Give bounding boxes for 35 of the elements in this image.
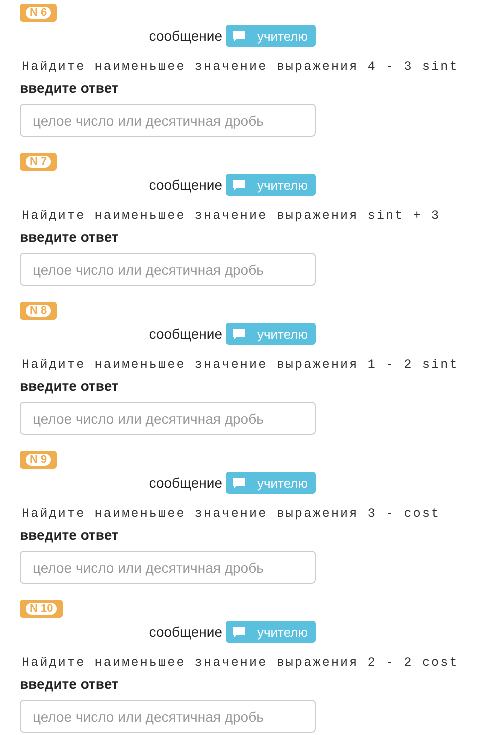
message-label: сообщение bbox=[149, 326, 223, 342]
question-text: Найдите наименьшее значение выражения 3 - cost bbox=[22, 507, 442, 521]
task-number-badge: N 7 bbox=[20, 153, 58, 171]
message-teacher-button[interactable]: учителю bbox=[226, 174, 316, 196]
answer-field[interactable]: целое число или десятичная дробь bbox=[20, 700, 316, 733]
answer-label: введите ответ bbox=[20, 676, 120, 692]
speech-bubble-icon bbox=[232, 179, 246, 191]
speech-bubble-icon bbox=[232, 30, 246, 42]
answer-field[interactable]: целое число или десятичная дробь bbox=[20, 551, 316, 584]
answer-label: введите ответ bbox=[20, 378, 120, 394]
answer-field[interactable]: целое число или десятичная дробь bbox=[20, 104, 316, 137]
message-teacher-button[interactable]: учителю bbox=[226, 472, 316, 494]
answer-field[interactable]: целое число или десятичная дробь bbox=[20, 253, 316, 286]
answer-field[interactable]: целое число или десятичная дробь bbox=[20, 402, 316, 435]
task-number-badge: N 9 bbox=[20, 451, 58, 469]
speech-bubble-icon bbox=[232, 626, 246, 638]
message-label: сообщение bbox=[149, 177, 223, 193]
message-teacher-button[interactable]: учителю bbox=[226, 25, 316, 47]
message-label: сообщение bbox=[149, 28, 223, 44]
question-text: Найдите наименьшее значение выражения 4 - 3 sint bbox=[22, 60, 460, 74]
task-number-badge: N 10 bbox=[20, 600, 64, 618]
question-text: Найдите наименьшее значение выражения 1 - 2 sint bbox=[22, 358, 460, 372]
message-label: сообщение bbox=[149, 624, 223, 640]
answer-label: введите ответ bbox=[20, 229, 120, 245]
message-teacher-button[interactable]: учителю bbox=[226, 323, 316, 345]
message-teacher-button[interactable]: учителю bbox=[226, 621, 316, 643]
speech-bubble-icon bbox=[232, 477, 246, 489]
question-text: Найдите наименьшее значение выражения sint + 3 bbox=[22, 209, 442, 223]
question-text: Найдите наименьшее значение выражения 2 - 2 cost bbox=[22, 656, 460, 670]
speech-bubble-icon bbox=[232, 328, 246, 340]
answer-label: введите ответ bbox=[20, 80, 120, 96]
task-number-badge: N 8 bbox=[20, 302, 58, 320]
message-label: сообщение bbox=[149, 475, 223, 491]
answer-label: введите ответ bbox=[20, 527, 120, 543]
task-number-badge: N 6 bbox=[20, 4, 58, 22]
